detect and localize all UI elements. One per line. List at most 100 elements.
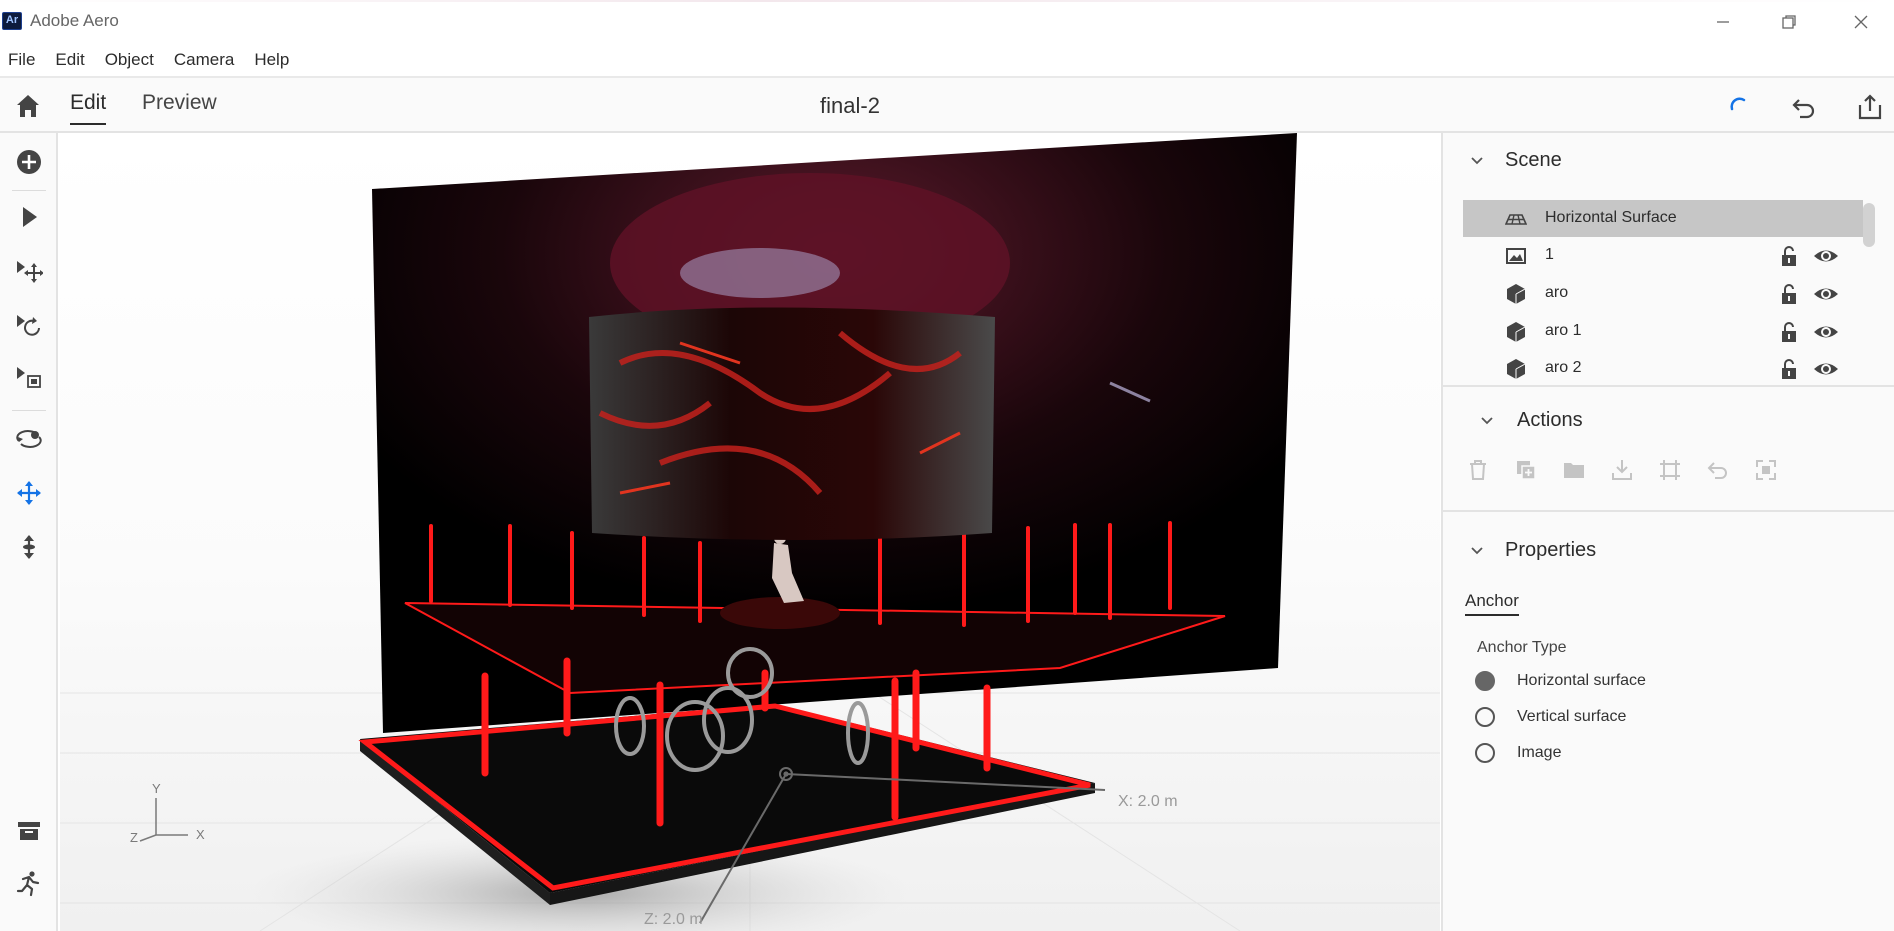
group-button[interactable]	[1559, 455, 1589, 485]
close-icon	[1854, 15, 1868, 29]
scene-title: Scene	[1505, 149, 1562, 171]
document-title: final-2	[820, 93, 880, 118]
radio-button[interactable]	[1475, 707, 1495, 727]
select-tool[interactable]	[13, 201, 45, 233]
panel-divider	[1443, 385, 1894, 387]
axis-y-label: Y	[152, 781, 161, 796]
ungroup-button[interactable]	[1751, 455, 1781, 485]
anchor-type-label: Anchor Type	[1477, 639, 1567, 656]
scale-tool[interactable]	[13, 361, 45, 393]
scale-icon	[17, 367, 41, 388]
layer-row-horizontal-surface[interactable]: Horizontal Surface	[1463, 200, 1863, 237]
share-button[interactable]	[1854, 91, 1886, 123]
rail-separator	[12, 190, 46, 191]
cube-icon	[1507, 322, 1526, 342]
layer-name: aro 1	[1545, 322, 1582, 339]
visibility-eye-icon[interactable]	[1813, 283, 1839, 305]
viewport-canvas	[60, 133, 1440, 931]
chevron-down-icon	[1481, 417, 1493, 425]
rotate-icon	[17, 315, 40, 336]
title-bar: Ar Adobe Aero	[0, 0, 1894, 44]
top-toolbar: Edit Preview final-2	[0, 76, 1894, 133]
dolly-icon	[23, 535, 35, 559]
move-tool[interactable]	[13, 255, 45, 287]
chevron-down-icon	[1471, 157, 1483, 165]
menu-file[interactable]: File	[8, 50, 35, 70]
group-icon	[1564, 463, 1584, 478]
panel-divider	[1443, 510, 1894, 512]
layer-list-scrollbar[interactable]	[1863, 203, 1875, 247]
layer-row-aro[interactable]: aro	[1463, 275, 1863, 312]
app-title: Adobe Aero	[30, 11, 119, 30]
menu-camera[interactable]: Camera	[174, 50, 234, 70]
cylinder-object[interactable]	[589, 307, 995, 541]
properties-section-header[interactable]: Properties	[1443, 530, 1894, 570]
duplicate-icon	[1517, 461, 1536, 480]
orbit-icon	[16, 430, 42, 448]
actions-title: Actions	[1517, 409, 1583, 431]
scene-layer-list: Horizontal Surface 1 aro aro 1 aro 2	[1463, 200, 1879, 386]
layer-name: aro	[1545, 284, 1569, 301]
minimize-button[interactable]	[1690, 4, 1756, 40]
dimension-x-label: X: 2.0 m	[1118, 793, 1178, 810]
rotate-tool[interactable]	[13, 309, 45, 341]
behaviors-button[interactable]	[13, 867, 45, 899]
orbit-tool[interactable]	[13, 423, 45, 455]
cube-icon	[1507, 284, 1526, 304]
menu-help[interactable]: Help	[254, 50, 289, 70]
dolly-tool[interactable]	[13, 531, 45, 563]
layer-row-aro-1[interactable]: aro 1	[1463, 313, 1863, 350]
layer-name: Horizontal Surface	[1545, 209, 1677, 226]
axis-x-label: X	[196, 827, 205, 842]
restore-button[interactable]	[1756, 4, 1822, 40]
radio-label: Vertical surface	[1517, 708, 1627, 725]
anchor-option-vertical[interactable]: Vertical surface	[1475, 703, 1855, 731]
layer-row-1[interactable]: 1	[1463, 237, 1863, 274]
unlocked-icon[interactable]	[1779, 283, 1799, 305]
properties-title: Properties	[1505, 539, 1597, 561]
layer-row-aro-2[interactable]: aro 2	[1463, 350, 1863, 386]
menu-object[interactable]: Object	[105, 50, 154, 70]
add-icon	[17, 150, 41, 174]
tab-anchor[interactable]: Anchor	[1465, 591, 1519, 616]
menu-edit[interactable]: Edit	[55, 50, 84, 70]
visibility-eye-icon[interactable]	[1813, 245, 1839, 267]
restore-icon	[1782, 15, 1796, 29]
duplicate-button[interactable]	[1511, 455, 1541, 485]
asset-library-button[interactable]	[13, 815, 45, 847]
image-icon	[1506, 248, 1526, 264]
cube-icon	[1507, 359, 1526, 379]
right-panel: Scene Horizontal Surface 1 aro aro 1 aro	[1441, 133, 1894, 931]
radio-button-checked[interactable]	[1475, 671, 1495, 691]
scene-section-header[interactable]: Scene	[1443, 140, 1894, 180]
axis-z-label: Z	[130, 830, 138, 845]
import-button[interactable]	[1607, 455, 1637, 485]
actions-toolbar	[1463, 451, 1863, 491]
rail-separator	[12, 410, 46, 411]
menu-bar: File Edit Object Camera Help	[0, 44, 1894, 76]
unlocked-icon[interactable]	[1779, 358, 1799, 380]
close-button[interactable]	[1828, 4, 1894, 40]
anchor-option-horizontal[interactable]: Horizontal surface	[1475, 667, 1855, 695]
reset-icon	[1707, 462, 1727, 479]
radio-label: Image	[1517, 744, 1562, 761]
delete-button[interactable]	[1463, 455, 1493, 485]
reset-button[interactable]	[1703, 455, 1733, 485]
minimize-icon	[1717, 21, 1729, 23]
layer-name: aro 2	[1545, 359, 1582, 376]
layer-name: 1	[1545, 246, 1554, 263]
scene-viewport[interactable]: Y X Z X: 2.0 m Z: 2.0 m	[60, 133, 1440, 931]
anchor-option-image[interactable]: Image	[1475, 739, 1855, 767]
visibility-eye-icon[interactable]	[1813, 321, 1839, 343]
delete-icon	[1470, 460, 1486, 480]
actions-section-header[interactable]: Actions	[1443, 400, 1894, 440]
radio-button[interactable]	[1475, 743, 1495, 763]
unlocked-icon[interactable]	[1779, 321, 1799, 343]
behavior-run-icon	[16, 871, 40, 897]
pan-tool[interactable]	[13, 477, 45, 509]
fit-button[interactable]	[1655, 455, 1685, 485]
visibility-eye-icon[interactable]	[1813, 358, 1839, 380]
undo-button[interactable]	[1788, 91, 1820, 123]
add-asset-button[interactable]	[13, 146, 45, 178]
unlocked-icon[interactable]	[1779, 245, 1799, 267]
